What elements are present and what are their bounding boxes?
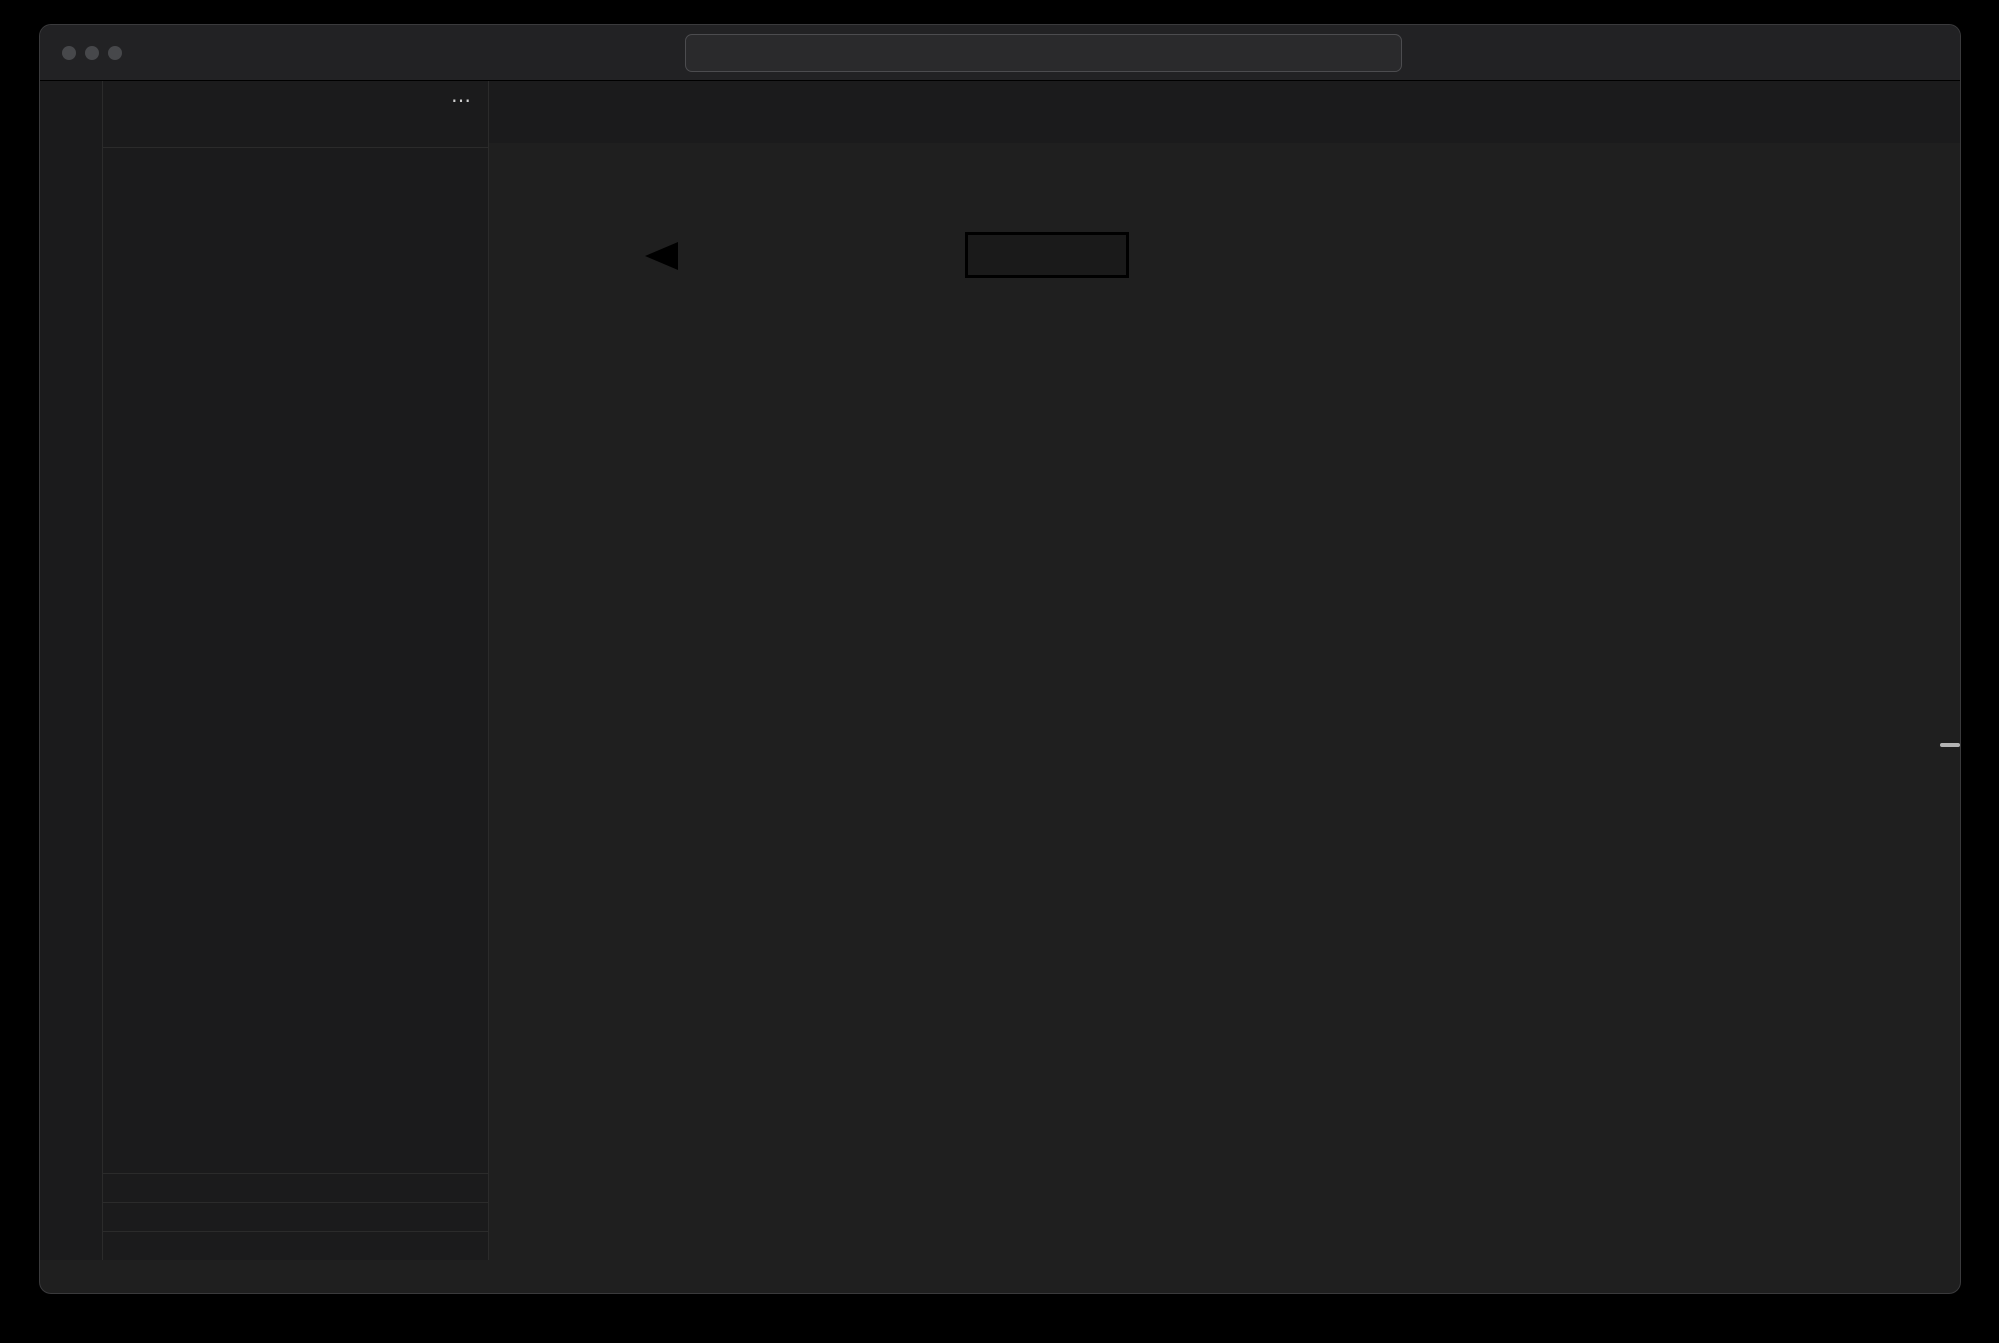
code-editor[interactable] <box>489 171 1960 1260</box>
section-timeline[interactable] <box>103 1202 488 1231</box>
forward-arrow-icon[interactable] <box>644 42 666 64</box>
minimize-window-button[interactable] <box>85 46 99 60</box>
close-window-button[interactable] <box>62 46 76 60</box>
back-arrow-icon[interactable] <box>606 42 628 64</box>
activity-bar <box>40 81 103 1260</box>
zoom-window-button[interactable] <box>108 46 122 60</box>
chevron-right-icon <box>111 1239 126 1254</box>
insert-here-annotation <box>965 232 1129 278</box>
title-bar <box>40 25 1960 81</box>
search-icon <box>1032 45 1048 61</box>
section-open-editors[interactable] <box>103 119 488 147</box>
more-actions-icon[interactable]: ⋯ <box>451 88 472 113</box>
toggle-secondary-sidebar-icon[interactable] <box>1876 41 1899 64</box>
status-bar <box>40 1260 1960 1293</box>
section-outline[interactable] <box>103 1173 488 1202</box>
annotation-arrowhead <box>645 242 678 270</box>
section-dependencies[interactable] <box>103 1231 488 1260</box>
layout-controls <box>1790 41 1942 64</box>
customize-layout-icon[interactable] <box>1919 41 1942 64</box>
chevron-right-icon <box>111 1210 126 1225</box>
history-nav <box>606 42 666 64</box>
toggle-sidebar-icon[interactable] <box>1790 41 1813 64</box>
annotation-arrow <box>675 253 965 260</box>
toggle-panel-icon[interactable] <box>1833 41 1856 64</box>
breadcrumb <box>489 143 1960 171</box>
explorer-sidebar: ⋯ <box>103 81 489 1260</box>
chevron-down-icon <box>111 155 126 170</box>
command-center-search[interactable] <box>685 34 1402 72</box>
chevron-down-icon <box>111 126 126 141</box>
editor-group <box>489 81 1960 1260</box>
scrollbar-thumb[interactable] <box>1940 743 1960 747</box>
chevron-right-icon <box>111 1181 126 1196</box>
vscode-window: ⋯ <box>40 25 1960 1293</box>
traffic-lights <box>62 46 122 60</box>
section-project[interactable] <box>103 147 488 176</box>
tab-bar <box>489 81 1960 143</box>
sidebar-title-row: ⋯ <box>103 81 488 119</box>
